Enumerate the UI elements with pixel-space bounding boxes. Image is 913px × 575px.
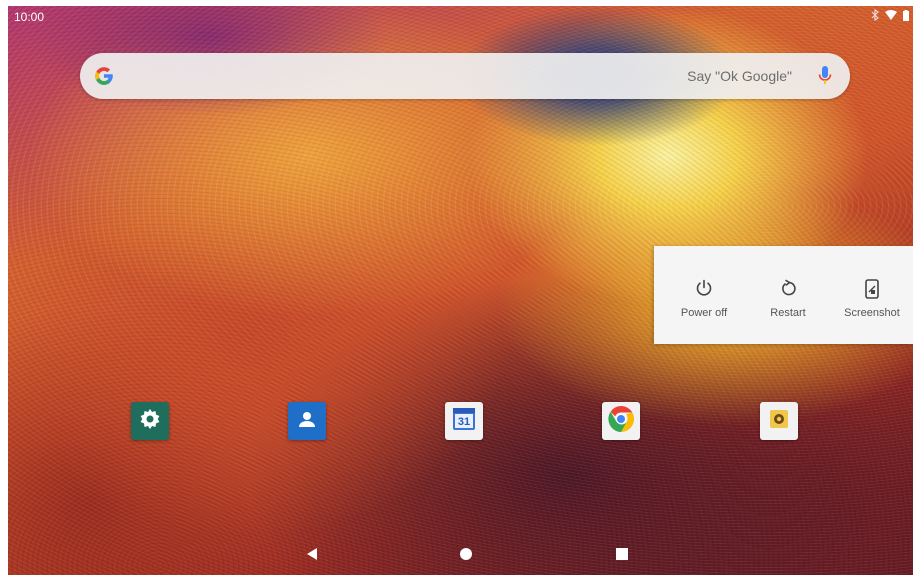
power-off-button[interactable]: Power off — [662, 246, 746, 344]
power-off-label: Power off — [680, 307, 728, 319]
google-g-icon — [92, 64, 116, 93]
power-menu: Power off Restart Screenshot — [654, 246, 913, 344]
settings-app[interactable] — [131, 402, 169, 440]
search-hint: Say "Ok Google" — [687, 68, 792, 84]
google-search-bar[interactable]: Say "Ok Google" — [80, 53, 850, 99]
camera-icon — [767, 407, 791, 436]
wifi-icon — [885, 10, 897, 20]
calendar-day: 31 — [457, 416, 471, 428]
home-screen: 10:00 Say "Ok Google" Power off Restart … — [8, 6, 913, 575]
camera-app[interactable] — [760, 402, 798, 440]
screenshot-button[interactable]: Screenshot — [830, 246, 913, 344]
screenshot-label: Screenshot — [844, 307, 900, 319]
mic-icon[interactable] — [818, 65, 832, 92]
contacts-app[interactable] — [288, 402, 326, 440]
bluetooth-icon — [871, 9, 879, 21]
settings-icon — [138, 407, 162, 436]
calendar-app[interactable]: 31 — [445, 402, 483, 440]
status-bar: 10:00 — [8, 6, 913, 28]
screenshot-icon — [865, 279, 879, 304]
contacts-icon — [296, 408, 318, 435]
recents-button[interactable] — [612, 546, 632, 566]
navigation-bar — [8, 536, 913, 575]
restart-button[interactable]: Restart — [746, 246, 830, 344]
restart-icon — [779, 279, 797, 302]
chrome-app[interactable] — [602, 402, 640, 440]
home-button[interactable] — [456, 546, 476, 566]
restart-label: Restart — [770, 307, 806, 319]
back-button[interactable] — [302, 546, 322, 566]
chrome-icon — [607, 405, 635, 438]
recents-icon — [615, 547, 629, 566]
battery-icon — [903, 9, 909, 21]
status-icons — [871, 9, 909, 21]
power-icon — [695, 279, 713, 302]
status-time: 10:00 — [14, 10, 45, 24]
back-icon — [305, 547, 319, 566]
home-icon — [459, 547, 473, 566]
